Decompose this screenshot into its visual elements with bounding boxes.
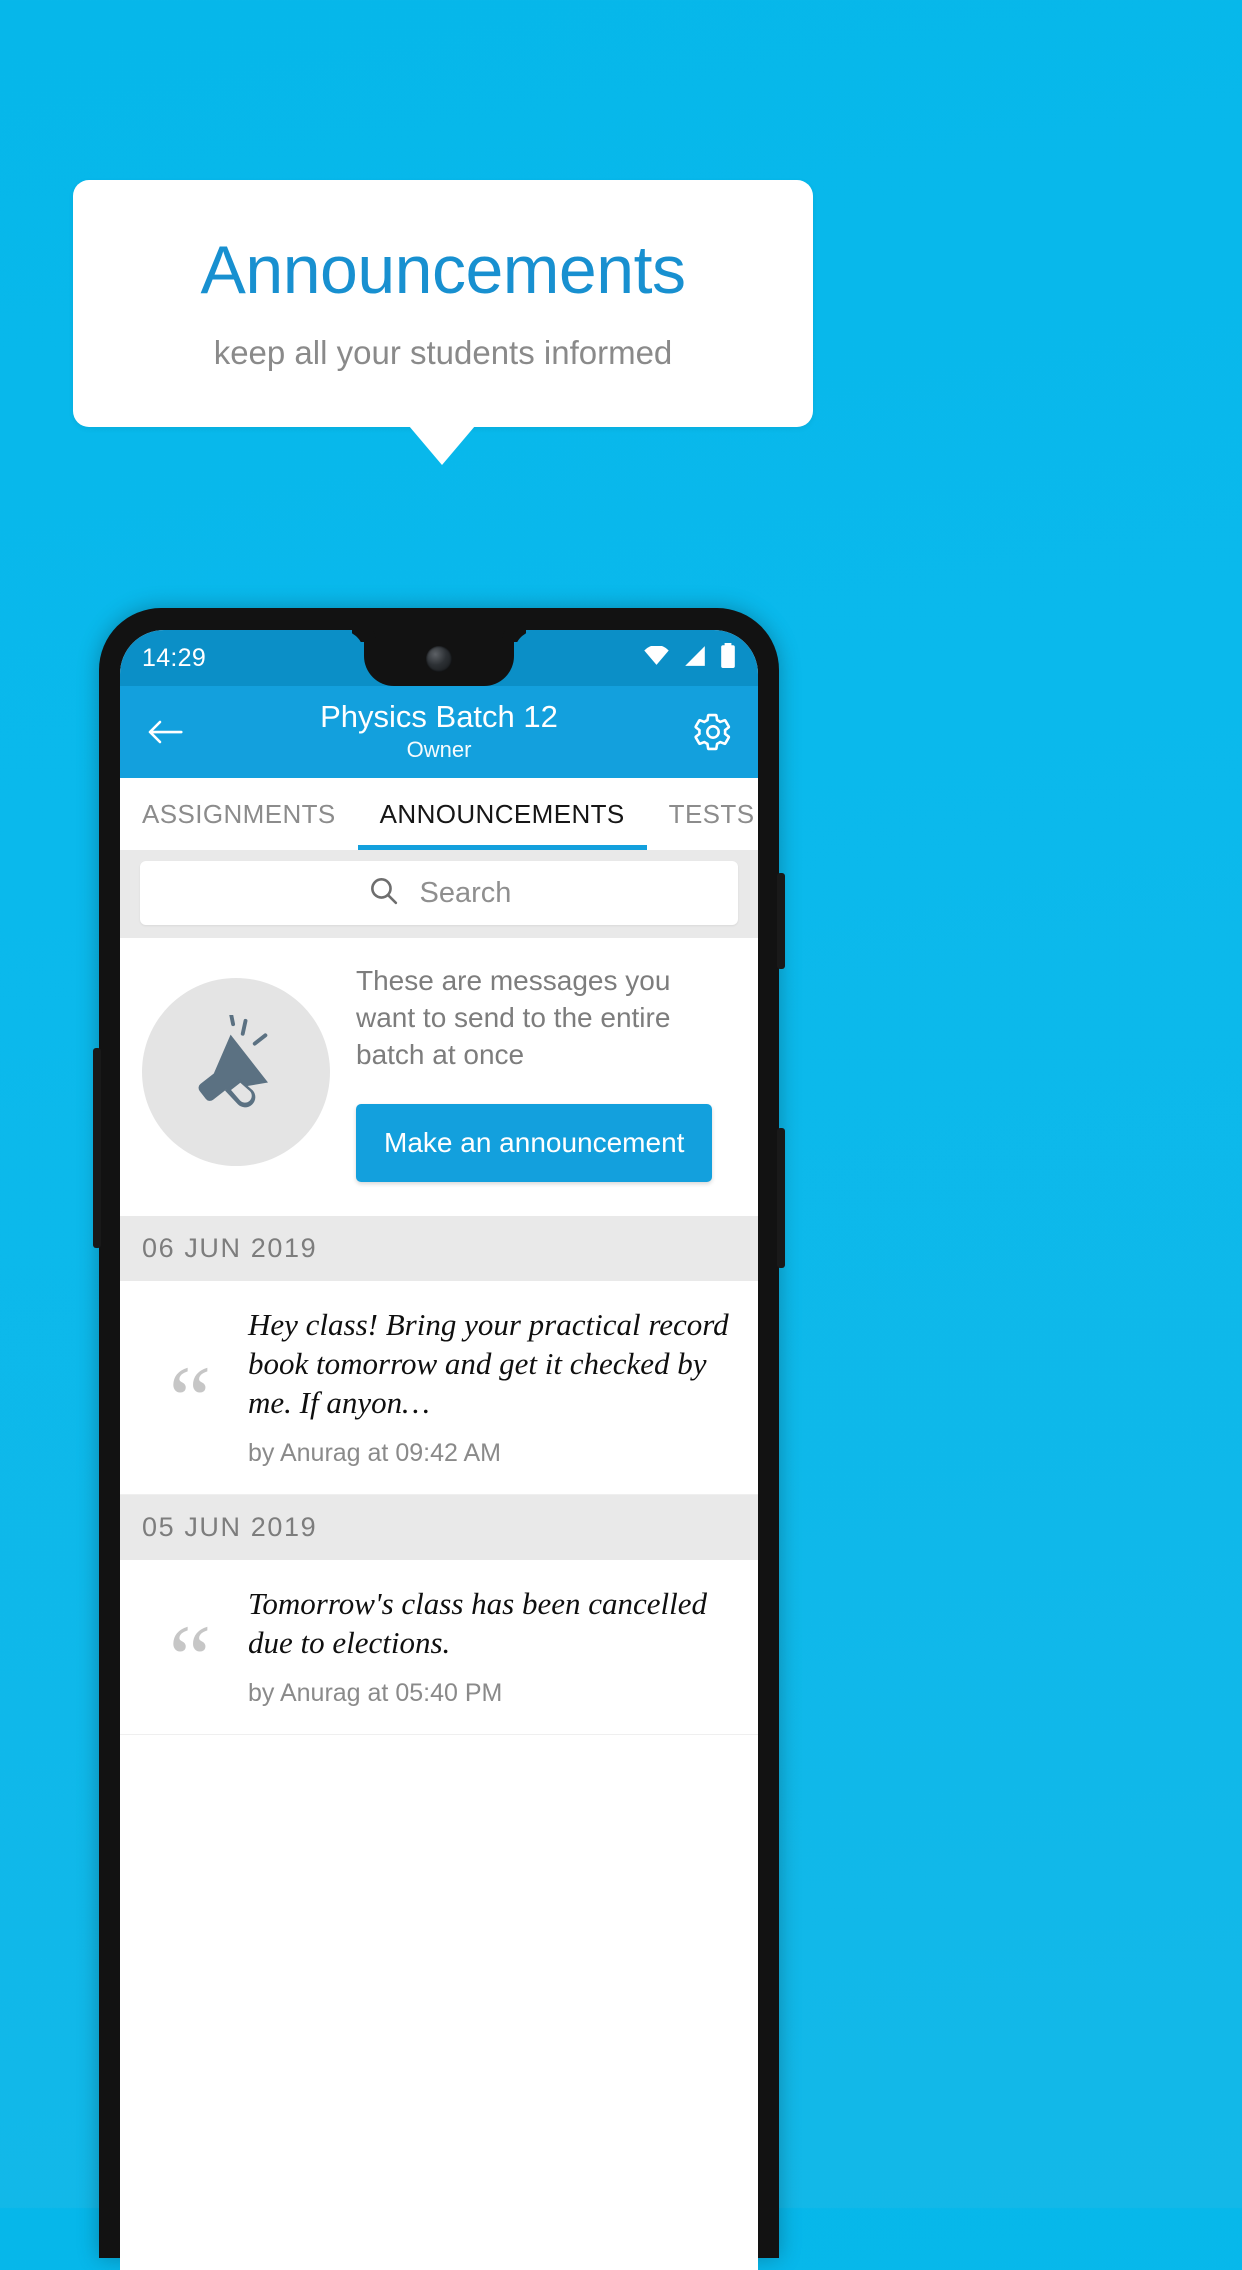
announcement-body: Hey class! Bring your practical record b… bbox=[248, 1305, 736, 1468]
quote-icon: “ bbox=[168, 1345, 212, 1453]
search-input[interactable]: Search bbox=[140, 861, 738, 925]
promo-bubble: Announcements keep all your students inf… bbox=[73, 180, 813, 427]
tab-tests[interactable]: TESTS bbox=[647, 778, 758, 850]
app-bar: Physics Batch 12 Owner bbox=[120, 686, 758, 778]
status-time: 14:29 bbox=[142, 643, 207, 672]
date-header: 05 JUN 2019 bbox=[120, 1494, 758, 1560]
announcement-byline: by Anurag at 09:42 AM bbox=[248, 1438, 501, 1467]
promo-bubble-tail bbox=[409, 426, 475, 465]
tab-bar[interactable]: ASSIGNMENTS ANNOUNCEMENTS TESTS ’ bbox=[120, 778, 758, 850]
search-section: Search bbox=[120, 850, 758, 938]
promo-subtitle: keep all your students informed bbox=[213, 334, 673, 372]
announcement-byline: by Anurag at 05:40 PM bbox=[248, 1678, 503, 1707]
make-announcement-button[interactable]: Make an announcement bbox=[356, 1103, 713, 1182]
announcement-text: Tomorrow's class has been cancelled due … bbox=[248, 1585, 707, 1661]
megaphone-icon-wrap bbox=[142, 977, 330, 1166]
batch-title: Physics Batch 12 bbox=[320, 698, 558, 734]
tab-assignments-label: ASSIGNMENTS bbox=[142, 798, 336, 829]
announcement-row[interactable]: “ Hey class! Bring your practical record… bbox=[120, 1280, 758, 1495]
promo-description: These are messages you want to send to t… bbox=[356, 965, 671, 1071]
search-icon bbox=[367, 874, 400, 912]
phone-frame: 14:29 Physics Batch 12 Owner ASSIGNMENTS… bbox=[93, 608, 785, 2270]
battery-icon bbox=[720, 643, 736, 673]
signal-icon bbox=[683, 645, 707, 672]
tab-announcements-label: ANNOUNCEMENTS bbox=[379, 798, 625, 829]
promo-content: These are messages you want to send to t… bbox=[356, 962, 736, 1182]
tab-assignments[interactable]: ASSIGNMENTS bbox=[120, 778, 358, 850]
date-header: 06 JUN 2019 bbox=[120, 1215, 758, 1281]
front-camera bbox=[426, 646, 452, 672]
tab-announcements[interactable]: ANNOUNCEMENTS bbox=[357, 778, 647, 850]
phone-screen: 14:29 Physics Batch 12 Owner ASSIGNMENTS… bbox=[120, 630, 758, 2270]
wifi-icon bbox=[643, 644, 670, 671]
phone-power-button[interactable] bbox=[777, 873, 785, 969]
announcement-row[interactable]: “ Tomorrow's class has been cancelled du… bbox=[120, 1559, 758, 1735]
app-bar-titles: Physics Batch 12 Owner bbox=[188, 699, 690, 766]
announcement-text: Hey class! Bring your practical record b… bbox=[248, 1306, 729, 1421]
status-icon-group bbox=[643, 643, 736, 673]
tab-tests-label: TESTS bbox=[668, 798, 755, 829]
settings-button[interactable] bbox=[690, 709, 736, 755]
back-button[interactable] bbox=[142, 709, 188, 755]
phone-side-button[interactable] bbox=[93, 1048, 101, 1248]
phone-volume-button[interactable] bbox=[777, 1128, 785, 1268]
quote-icon: “ bbox=[168, 1605, 212, 1713]
status-bar: 14:29 bbox=[120, 630, 758, 686]
promo-title: Announcements bbox=[200, 231, 686, 308]
announcement-body: Tomorrow's class has been cancelled due … bbox=[248, 1584, 736, 1708]
announcement-promo-card: These are messages you want to send to t… bbox=[120, 938, 758, 1216]
batch-role: Owner bbox=[406, 737, 472, 763]
megaphone-icon bbox=[182, 1011, 290, 1128]
search-placeholder: Search bbox=[419, 876, 512, 909]
